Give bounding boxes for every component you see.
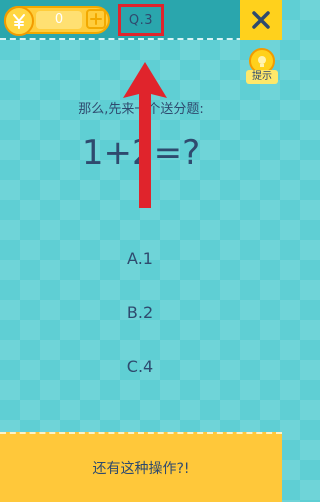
red-arrow-icon (123, 62, 167, 208)
top-bar: 0 Q.3 (0, 0, 282, 40)
footer-bar[interactable]: 还有这种操作?! (0, 432, 282, 502)
hint-label: 提示 (246, 70, 278, 84)
close-button[interactable] (240, 0, 282, 40)
option-c[interactable]: C.4 (90, 352, 190, 382)
question-number: Q.3 (128, 12, 154, 28)
close-icon (252, 11, 270, 29)
plus-icon (90, 13, 102, 25)
coin-counter: 0 (4, 6, 110, 36)
hint-button[interactable]: 提示 (246, 48, 278, 84)
option-a[interactable]: A.1 (90, 244, 190, 274)
add-coins-button[interactable] (86, 9, 106, 29)
coin-icon (4, 6, 34, 36)
coin-count: 0 (36, 11, 82, 29)
option-b[interactable]: B.2 (90, 298, 190, 328)
footer-text: 还有这种操作?! (92, 461, 190, 477)
question-number-highlight: Q.3 (118, 4, 164, 36)
